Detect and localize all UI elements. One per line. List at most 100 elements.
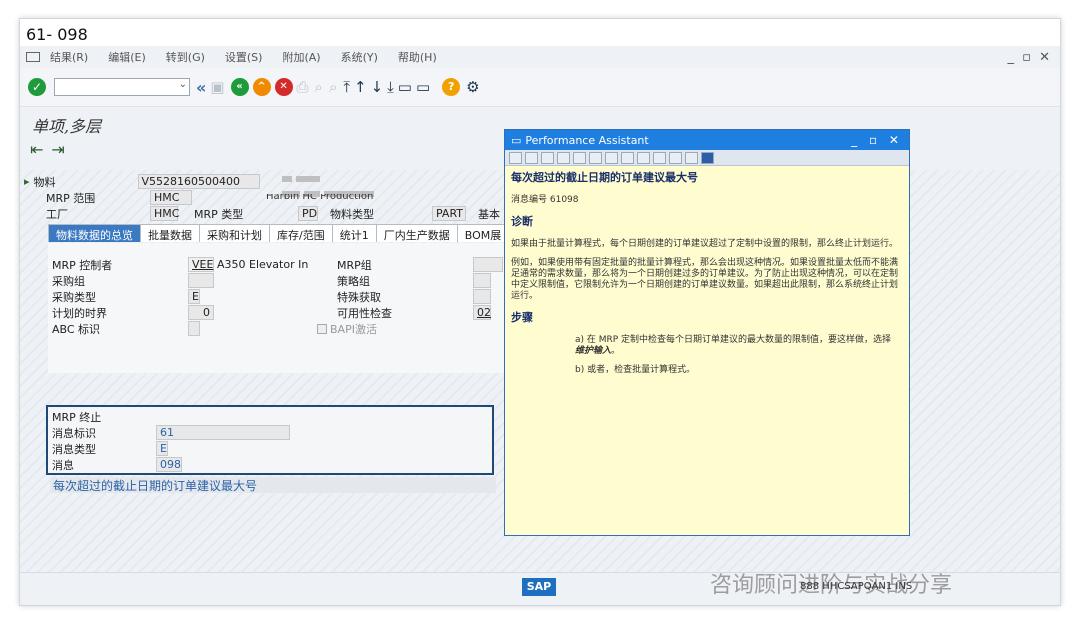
message-field: 098 [156, 457, 182, 472]
tab-production[interactable]: 厂内生产数据 [375, 224, 458, 242]
mrp-area-field: HMC [150, 190, 192, 205]
planning-fence-label: 计划的时界 [52, 306, 107, 320]
msg-id-row: 消息标识 61 [52, 425, 290, 440]
mrp-controller-field[interactable]: VEE [188, 257, 214, 272]
material-type-field: PART [432, 206, 466, 221]
perf-heading: 每次超过的截止日期的订单建议最大号 [511, 171, 698, 184]
perf-mark-icon[interactable] [637, 151, 650, 164]
proc-type-row: 采购类型 E 特殊获取 [52, 289, 491, 304]
availability-check-field[interactable]: 02 [473, 305, 491, 320]
new-session-icon[interactable]: ▭ [398, 78, 412, 96]
perf-print-icon[interactable] [669, 151, 682, 164]
abc-row: ABC 标识 BAPI激活 [52, 321, 377, 336]
perf-back-icon[interactable] [509, 151, 522, 164]
perf-doc-icon[interactable] [541, 151, 554, 164]
sap-window: 61- 098 结果(R) 编辑(E) 转到(G) 设置(S) 附加(A) 系统… [19, 18, 1061, 606]
message-text: 每次超过的截止日期的订单建议最大号 [50, 477, 496, 493]
menu-result[interactable]: 结果(R) [50, 49, 88, 65]
back-icon[interactable]: « [230, 78, 249, 96]
strategy-group-field [473, 273, 491, 288]
cancel-icon[interactable]: ✕ [274, 78, 293, 96]
gear-icon[interactable]: ⚙ [466, 78, 479, 96]
overview-panel: MRP 控制者 VEE A350 Elevator In MRP组 采购组 策略… [48, 243, 522, 373]
plan-fence-row: 计划的时界 0 可用性检查 02 [52, 305, 491, 320]
perf-body: 每次超过的截止日期的订单建议最大号 消息编号 61098 诊断 如果由于批量计算… [505, 166, 909, 388]
help-icon[interactable]: ? [442, 78, 461, 96]
perf-diagnosis-title: 诊断 [511, 215, 533, 228]
tab-lot-size[interactable]: 批量数据 [140, 224, 200, 242]
print-icon[interactable]: ⎙ [297, 78, 309, 96]
export-icon[interactable]: ⇥ [51, 140, 64, 159]
import-icon[interactable]: ⇤ [30, 140, 43, 159]
tree-icon[interactable]: ▸ [24, 175, 30, 188]
dropdown-icon[interactable]: ⌄ [179, 79, 187, 90]
maintain-entry-link[interactable]: 维护输入 [575, 346, 611, 356]
purchasing-group-field [188, 273, 214, 288]
tab-stock[interactable]: 库存/范围 [269, 224, 333, 242]
perf-comment-icon[interactable] [653, 151, 666, 164]
next-page-icon[interactable]: ↓ [371, 78, 384, 96]
tab-bom[interactable]: BOM展 [456, 224, 510, 242]
perf-step-a-text: a) 在 MRP 定制中检查每个日期订单建议的最大数量的限制值，要这样做，选择 [575, 335, 892, 345]
mrp-area-label: MRP 范围 [46, 191, 96, 205]
prev-page-icon[interactable]: ↑ [354, 78, 367, 96]
perf-diag-p1: 如果由于批量计算程式，每个日期创建的订单建议超过了定制中设置的限制，那么终止计划… [511, 239, 899, 249]
menu-system[interactable]: 系统(Y) [341, 49, 378, 65]
menu-help[interactable]: 帮助(H) [398, 49, 437, 65]
last-page-icon[interactable]: ⤓ [387, 78, 394, 96]
perf-table-icon[interactable] [621, 151, 634, 164]
menu-settings[interactable]: 设置(S) [225, 49, 263, 65]
find-next-icon[interactable]: ⌕ [329, 78, 337, 96]
standard-toolbar: ✓ ⌄ « ▣ « ^ ✕ ⎙ ⌕ ⌕ ⤒ ↑ ↓ ⤓ ▭ ▭ ? ⚙ [20, 68, 1060, 106]
mrp-group-label: MRP组 [337, 258, 372, 272]
perf-toolbar [505, 150, 909, 166]
collapse-icon[interactable]: « [196, 78, 206, 97]
material-label: 物料 [33, 175, 56, 189]
exit-icon[interactable]: ^ [252, 78, 271, 96]
tab-statistics[interactable]: 统计1 [331, 224, 377, 242]
perf-tech-icon[interactable] [557, 151, 570, 164]
menu-goto[interactable]: 转到(G) [166, 49, 205, 65]
msg-type-row: 消息类型 E [52, 441, 168, 456]
plant-label: 工厂 [46, 207, 68, 221]
command-field[interactable]: ⌄ [54, 78, 190, 96]
menu-icon[interactable] [26, 52, 40, 62]
message-id-label: 消息标识 [52, 426, 96, 440]
perf-user-icon[interactable] [605, 151, 618, 164]
save-icon[interactable]: ▣ [210, 78, 224, 96]
tab-procurement[interactable]: 采购和计划 [199, 224, 270, 242]
perf-link-icon[interactable] [573, 151, 586, 164]
find-icon[interactable]: ⌕ [315, 78, 323, 96]
perf-window-icon: ▭ [511, 133, 522, 147]
msg-row: 消息 098 [52, 457, 182, 472]
first-page-icon[interactable]: ⤒ [343, 78, 350, 96]
perf-find-icon[interactable] [685, 151, 698, 164]
perf-glossary-icon[interactable] [589, 151, 602, 164]
special-procurement-label: 特殊获取 [337, 290, 381, 304]
mrp-controller-label: MRP 控制者 [52, 258, 113, 272]
message-type-label: 消息类型 [52, 442, 96, 456]
sap-logo: SAP [522, 578, 556, 596]
message-id-field: 61 [156, 425, 290, 440]
enter-icon[interactable]: ✓ [28, 78, 46, 96]
perf-window-controls[interactable]: _ ▫ ✕ [851, 133, 903, 147]
shortcut-icon[interactable]: ▭ [416, 78, 430, 96]
plant-row: 工厂 HMC MRP 类型 PD 物料类型 PART 基本 [46, 206, 500, 221]
perf-close-icon[interactable] [701, 151, 714, 164]
tab-overview[interactable]: 物料数据的总览 [48, 224, 141, 242]
system-info: 888 HHCSAPQAN1 INS [800, 581, 913, 592]
message-label: 消息 [52, 458, 74, 472]
window-controls[interactable]: _ ▫ ✕ [1008, 50, 1052, 65]
basic-label: 基本 [478, 207, 500, 221]
bapi-checkbox[interactable] [317, 323, 327, 334]
status-bar: SAP 咨询顾问进阶与实战分享 888 HHCSAPQAN1 INS [20, 572, 1060, 605]
mrp-controller-row: MRP 控制者 VEE A350 Elevator In MRP组 [52, 257, 503, 272]
availability-check-label: 可用性检查 [337, 306, 392, 320]
perf-forward-icon[interactable] [525, 151, 538, 164]
menu-bar: 结果(R) 编辑(E) 转到(G) 设置(S) 附加(A) 系统(Y) 帮助(H… [20, 46, 1060, 68]
material-type-label: 物料类型 [330, 207, 374, 221]
procurement-type-label: 采购类型 [52, 290, 96, 304]
menu-extras[interactable]: 附加(A) [282, 49, 320, 65]
menu-edit[interactable]: 编辑(E) [108, 49, 146, 65]
mrp-stop-title: MRP 终止 [52, 410, 102, 424]
